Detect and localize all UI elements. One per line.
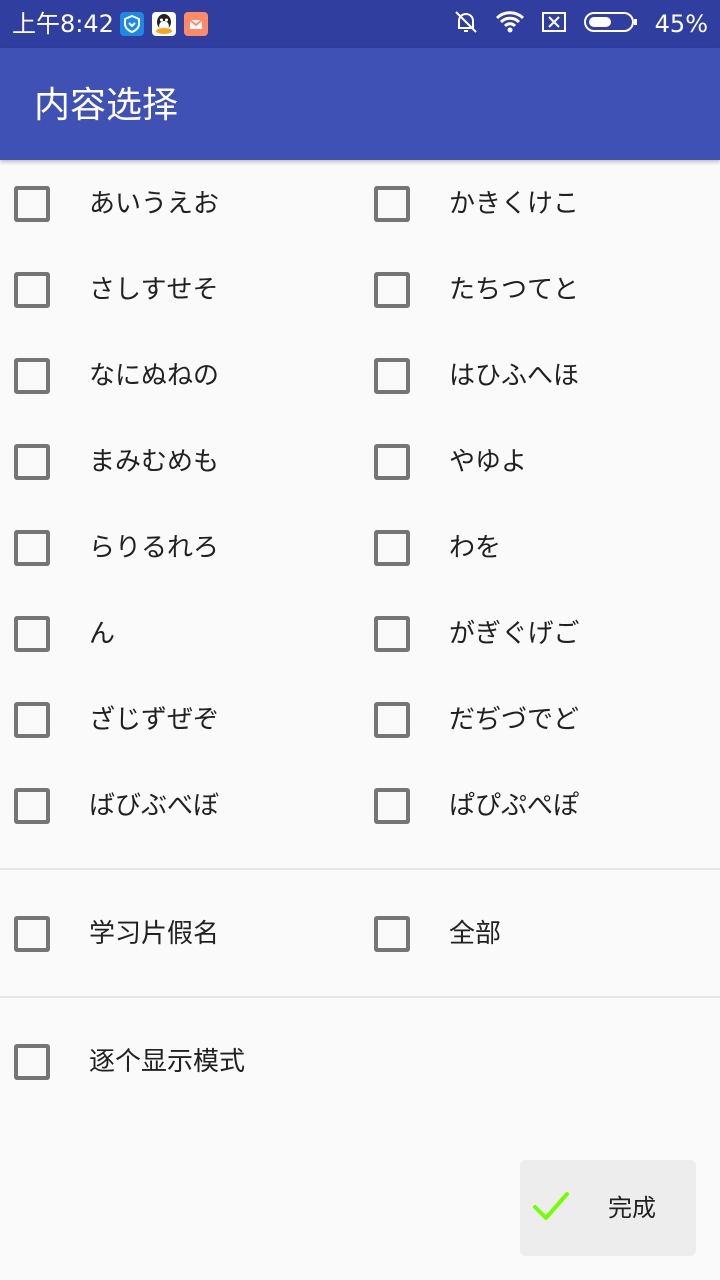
katakana-label[interactable]: 学习片假名 bbox=[89, 916, 219, 952]
checkbox[interactable] bbox=[14, 358, 50, 394]
one-by-one-label[interactable]: 逐个显示模式 bbox=[89, 1044, 245, 1080]
select-all-label[interactable]: 全部 bbox=[449, 916, 501, 952]
one-by-one-checkbox[interactable] bbox=[14, 1044, 50, 1080]
checkbox-label[interactable]: ぱぴぷぺぽ bbox=[449, 788, 579, 824]
checkbox[interactable] bbox=[14, 530, 50, 566]
wifi-icon bbox=[495, 10, 525, 38]
shield-icon bbox=[120, 12, 144, 36]
checkbox-label[interactable]: さしすせそ bbox=[89, 272, 218, 308]
checkbox[interactable] bbox=[14, 702, 50, 738]
mail-app-icon bbox=[184, 12, 208, 36]
checkbox[interactable] bbox=[14, 272, 50, 308]
checkbox[interactable] bbox=[14, 616, 50, 652]
mute-bell-icon bbox=[453, 9, 479, 39]
checkbox[interactable] bbox=[374, 186, 410, 222]
checkbox-label[interactable]: だぢづでど bbox=[449, 702, 579, 738]
system-icons: 45% bbox=[453, 8, 708, 40]
done-label: 完成 bbox=[608, 1194, 656, 1222]
divider bbox=[0, 868, 720, 870]
katakana-checkbox[interactable] bbox=[14, 916, 50, 952]
checkbox[interactable] bbox=[14, 788, 50, 824]
no-sim-icon bbox=[541, 11, 567, 37]
checkbox[interactable] bbox=[374, 616, 410, 652]
checkbox-label[interactable]: ばびぶべぼ bbox=[89, 788, 219, 824]
checkbox[interactable] bbox=[14, 186, 50, 222]
app-bar: 内容选择 bbox=[0, 48, 720, 160]
checkbox-label[interactable]: はひふへほ bbox=[449, 358, 579, 394]
checkbox[interactable] bbox=[14, 444, 50, 480]
checkbox[interactable] bbox=[374, 444, 410, 480]
page-title: 内容选择 bbox=[34, 85, 179, 126]
checkbox[interactable] bbox=[374, 788, 410, 824]
qq-icon bbox=[152, 12, 176, 36]
checkbox-label[interactable]: らりるれろ bbox=[89, 530, 219, 566]
checkbox-label[interactable]: まみむめも bbox=[89, 444, 219, 480]
checkbox-label[interactable]: わを bbox=[449, 530, 501, 566]
checkbox-label[interactable]: ん bbox=[89, 616, 115, 652]
checkbox-label[interactable]: なにぬねの bbox=[89, 358, 219, 394]
notification-icons bbox=[120, 12, 208, 36]
done-button[interactable]: 完成 bbox=[520, 1160, 696, 1256]
checkbox-label[interactable]: ざじずぜぞ bbox=[89, 702, 219, 738]
select-all-checkbox[interactable] bbox=[374, 916, 410, 952]
checkbox-label[interactable]: がぎぐげご bbox=[449, 616, 580, 652]
divider bbox=[0, 996, 720, 998]
checkbox[interactable] bbox=[374, 272, 410, 308]
checkbox-label[interactable]: たちつてと bbox=[449, 272, 579, 308]
checkbox-label[interactable]: かきくけこ bbox=[449, 186, 579, 222]
checkbox[interactable] bbox=[374, 530, 410, 566]
checkbox[interactable] bbox=[374, 702, 410, 738]
check-icon bbox=[532, 1190, 570, 1226]
checkbox-label[interactable]: やゆよ bbox=[449, 444, 527, 480]
checkbox-label[interactable]: あいうえお bbox=[89, 186, 219, 222]
status-time: 上午8:42 bbox=[12, 10, 114, 38]
status-bar: 上午8:42 45% bbox=[0, 0, 720, 48]
battery-percent: 45% bbox=[654, 10, 708, 38]
checkbox[interactable] bbox=[374, 358, 410, 394]
battery-icon bbox=[583, 10, 639, 38]
